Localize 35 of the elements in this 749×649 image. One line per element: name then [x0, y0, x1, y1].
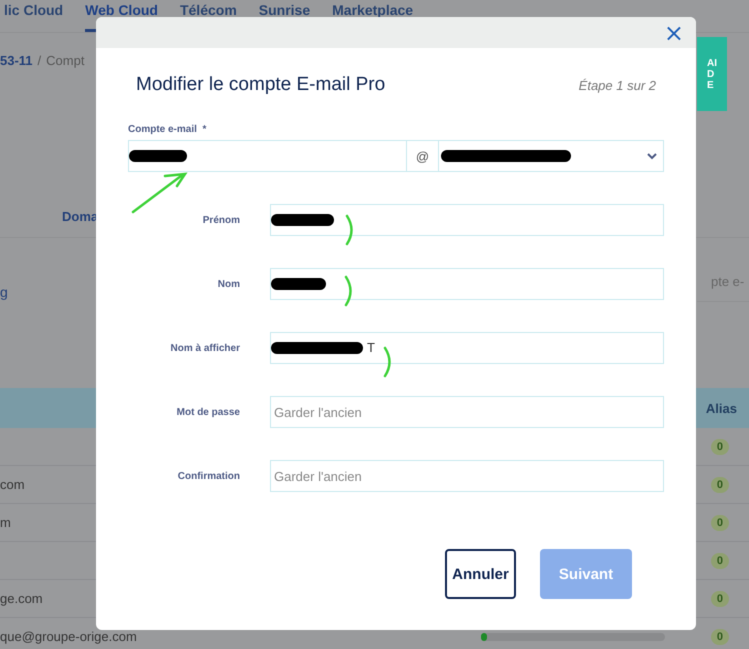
table-cell: que@groupe-orige.com — [0, 629, 137, 644]
page-link[interactable]: g — [0, 284, 8, 300]
table-cell: ge.com — [0, 591, 43, 606]
table-cell: m — [0, 515, 11, 530]
field-value: T — [367, 340, 375, 355]
close-button[interactable]: × — [662, 22, 686, 42]
help-label: AIDE — [707, 58, 717, 90]
alias-count: 0 — [710, 476, 729, 492]
field-label: Nom — [216, 278, 241, 290]
input-field[interactable]: T — [270, 332, 664, 364]
dialog-title: Modifier le compte E-mail Pro — [136, 74, 386, 96]
column-header: Alias — [706, 400, 737, 416]
input-field[interactable] — [270, 204, 664, 236]
input-field[interactable]: Garder l'ancien — [270, 396, 664, 428]
input-field[interactable] — [270, 268, 664, 300]
alias-count: 0 — [710, 438, 729, 454]
table-cell: com — [0, 477, 25, 492]
alias-count: 0 — [710, 552, 729, 568]
field-label: Mot de passe — [176, 406, 241, 418]
field-label: Nom à afficher — [170, 342, 241, 354]
alias-count: 0 — [710, 514, 729, 530]
nav-tab[interactable]: lic Cloud — [4, 0, 64, 32]
alias-count: 0 — [710, 590, 729, 606]
field-label: Compte e-mail * — [128, 124, 208, 135]
breadcrumb-separator: / — [38, 53, 42, 70]
breadcrumb-current: Compt — [46, 53, 84, 70]
breadcrumb-link[interactable]: 53-11 — [0, 53, 33, 183]
field-label: Confirmation — [176, 470, 241, 482]
annotation-arrow — [131, 172, 187, 214]
cancel-button[interactable]: Annuler — [445, 549, 516, 599]
alias-count: 0 — [710, 628, 729, 644]
input-field[interactable]: Garder l'ancien — [270, 460, 664, 492]
step-indicator: Étape 1 sur 2 — [578, 78, 656, 92]
field-label: Prénom — [202, 214, 241, 226]
help-tab[interactable]: AIDE — [697, 37, 727, 111]
